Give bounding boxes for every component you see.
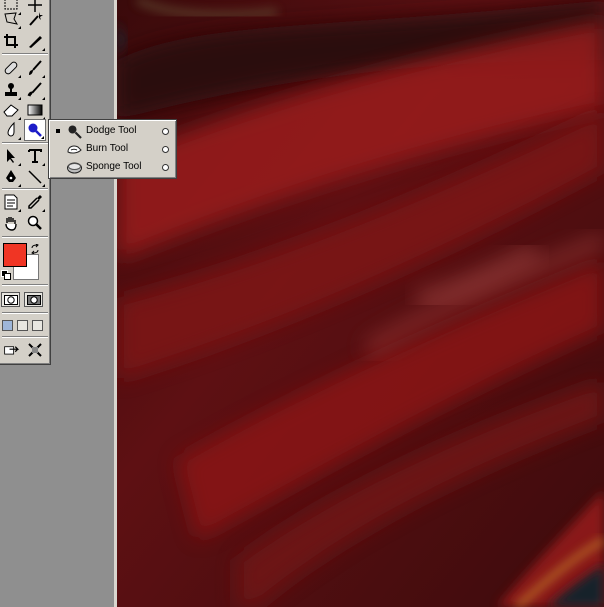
toolbox-panel xyxy=(0,0,51,365)
crop-tool-icon xyxy=(4,34,18,48)
eraser-tool-button[interactable] xyxy=(0,99,22,121)
dodge-tool-icon xyxy=(68,125,82,139)
blur-tool-button[interactable] xyxy=(0,119,22,141)
hand-tool-icon xyxy=(5,217,17,231)
crop-tool-button[interactable] xyxy=(0,30,22,52)
full-screen-mode-button[interactable] xyxy=(32,320,43,331)
gradient-tool-button[interactable] xyxy=(24,99,46,121)
document-canvas[interactable] xyxy=(117,0,604,607)
flyout-item-label: Burn Tool xyxy=(86,143,129,154)
shortcut-indicator-icon xyxy=(162,146,169,153)
magic-wand-tool-icon xyxy=(29,12,43,26)
pen-tool-button[interactable] xyxy=(0,166,22,188)
flyout-item-burn-tool[interactable]: Burn Tool xyxy=(49,140,176,158)
history-brush-tool-button[interactable] xyxy=(24,79,46,101)
full-screen-menu-mode-button[interactable] xyxy=(17,320,28,331)
imageready-logo-icon xyxy=(28,343,42,357)
standard-mode-icon xyxy=(3,294,18,305)
healing-brush-tool-button[interactable] xyxy=(0,57,22,79)
eyedropper-tool-button[interactable] xyxy=(24,191,46,213)
flyout-item-sponge-tool[interactable]: Sponge Tool xyxy=(49,158,176,176)
sponge-tool-icon xyxy=(67,162,82,174)
notes-tool-button[interactable] xyxy=(0,191,22,213)
shortcut-indicator-icon xyxy=(162,164,169,171)
jump-to-imageready-icon xyxy=(4,346,20,355)
hand-tool-button[interactable] xyxy=(0,212,22,234)
toning-tools-flyout: Dodge Tool Burn Tool Sponge Tool xyxy=(48,119,177,179)
shortcut-indicator-icon xyxy=(162,128,169,135)
default-colors-icon[interactable] xyxy=(1,270,11,280)
quick-mask-mode-icon xyxy=(26,294,41,305)
quick-mask-mode-button[interactable] xyxy=(24,292,43,307)
type-tool-button[interactable] xyxy=(24,145,46,167)
foreground-color-swatch[interactable] xyxy=(3,243,27,267)
lasso-tool-button[interactable] xyxy=(0,8,22,30)
zoom-tool-button[interactable] xyxy=(24,212,46,234)
selected-bullet-icon xyxy=(56,129,60,133)
burn-tool-icon xyxy=(67,145,82,154)
slice-tool-button[interactable] xyxy=(24,30,46,52)
flyout-item-dodge-tool[interactable]: Dodge Tool xyxy=(49,122,176,140)
magic-wand-tool-button[interactable] xyxy=(24,8,46,30)
dodge-tool-button[interactable] xyxy=(24,119,46,141)
path-selection-tool-button[interactable] xyxy=(0,145,22,167)
brush-tool-button[interactable] xyxy=(24,57,46,79)
standard-screen-mode-button[interactable] xyxy=(2,320,13,331)
flyout-item-label: Dodge Tool xyxy=(86,125,137,136)
zoom-tool-icon xyxy=(27,215,42,230)
flyout-item-label: Sponge Tool xyxy=(86,161,142,172)
line-tool-button[interactable] xyxy=(24,166,46,188)
swap-colors-icon[interactable] xyxy=(30,241,40,255)
clone-stamp-tool-button[interactable] xyxy=(0,79,22,101)
canvas-painting xyxy=(117,0,604,607)
standard-mode-button[interactable] xyxy=(1,292,20,307)
jump-to-imageready-button[interactable] xyxy=(1,339,23,361)
imageready-icon[interactable] xyxy=(24,339,46,361)
